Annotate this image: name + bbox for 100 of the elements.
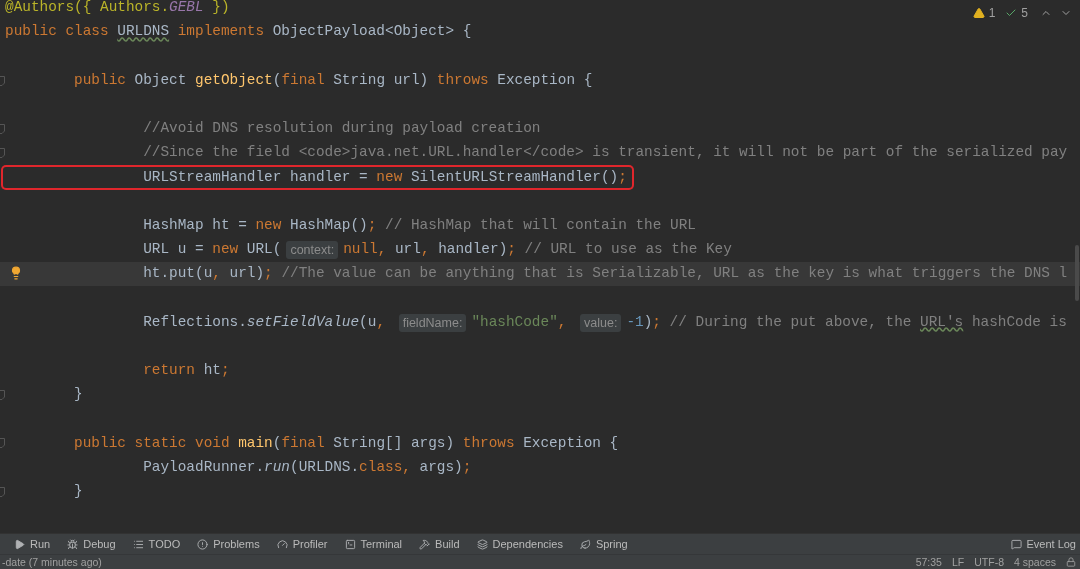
fold-icon[interactable] bbox=[0, 148, 5, 159]
method-name: getObject bbox=[195, 70, 273, 90]
code-text: ht bbox=[203, 361, 221, 381]
code-text: ) bbox=[643, 312, 653, 332]
tool-window-button[interactable]: Dependencies bbox=[476, 535, 563, 553]
parameter-hint: value: bbox=[580, 313, 622, 332]
run-icon bbox=[14, 538, 25, 550]
parameter-hint: context: bbox=[286, 240, 339, 259]
tool-window-button[interactable]: TODO bbox=[132, 535, 181, 553]
warning-icon[interactable] bbox=[972, 7, 985, 19]
tool-window-button[interactable]: Build bbox=[419, 535, 460, 553]
lock-icon[interactable] bbox=[1066, 557, 1076, 567]
code-text: String url) bbox=[333, 70, 430, 90]
tool-window-button[interactable]: Run bbox=[14, 535, 51, 553]
comment: //The value can be anything that is Serializable, URL as the key is what triggers the DNS l bbox=[281, 264, 1068, 284]
code-text: Reflections. bbox=[143, 312, 247, 332]
tool-window-button[interactable]: Debug bbox=[67, 535, 116, 553]
keyword: ; bbox=[507, 240, 517, 260]
todo-icon bbox=[132, 538, 144, 550]
number-literal: -1 bbox=[626, 312, 644, 332]
keyword: implements bbox=[177, 22, 266, 42]
code-text: } bbox=[74, 482, 83, 502]
line-separator[interactable]: LF bbox=[951, 556, 965, 568]
code-text: SilentURLStreamHandler() bbox=[410, 167, 619, 187]
comment-word: URL's bbox=[920, 312, 964, 332]
code-text: args) bbox=[419, 457, 463, 477]
code-text: ( bbox=[272, 70, 282, 90]
comment: // URL to use as the Key bbox=[524, 240, 732, 260]
passed-count[interactable]: 5 bbox=[1021, 4, 1028, 22]
keyword: public class bbox=[5, 22, 110, 42]
warning-count[interactable]: 1 bbox=[988, 4, 996, 22]
code-text: ht.put(u bbox=[143, 264, 213, 284]
keyword: new bbox=[212, 240, 240, 260]
keyword: public bbox=[74, 70, 127, 90]
code-text: PayloadRunner. bbox=[143, 457, 265, 477]
check-icon[interactable] bbox=[1005, 7, 1018, 19]
event-log-icon bbox=[1011, 538, 1023, 550]
file-encoding[interactable]: UTF-8 bbox=[974, 556, 1004, 568]
keyword: ; bbox=[652, 312, 662, 332]
code-text: url bbox=[395, 240, 421, 260]
keyword: ; bbox=[220, 361, 230, 381]
lightbulb-icon[interactable] bbox=[9, 266, 23, 281]
fold-icon[interactable] bbox=[0, 123, 5, 134]
code-text: Exception { bbox=[497, 70, 593, 90]
annotation: }) bbox=[212, 0, 230, 18]
code-text: Exception { bbox=[523, 433, 619, 453]
keyword: public static void bbox=[74, 433, 231, 453]
tool-window-button[interactable]: Profiler bbox=[276, 535, 328, 553]
fold-icon[interactable] bbox=[0, 75, 5, 86]
spring-icon bbox=[579, 538, 591, 550]
keyword: new bbox=[255, 215, 283, 235]
code-text: url) bbox=[229, 264, 265, 284]
comment: //Avoid DNS resolution during payload creation bbox=[143, 119, 541, 139]
tool-window-button[interactable]: Problems bbox=[197, 535, 260, 553]
method-name: main bbox=[238, 433, 273, 453]
problems-icon bbox=[197, 538, 209, 550]
build-icon bbox=[419, 538, 431, 550]
annotation: @Authors({ Authors. bbox=[5, 0, 170, 18]
keyword: throws bbox=[436, 70, 490, 90]
code-text: String[] args) bbox=[333, 433, 456, 453]
dependencies-icon bbox=[476, 538, 488, 550]
keyword: class, bbox=[359, 457, 412, 477]
keyword: new bbox=[376, 167, 404, 187]
tool-window-button[interactable]: Spring bbox=[579, 535, 628, 553]
code-text: HashMap ht = bbox=[143, 215, 248, 235]
fold-icon[interactable] bbox=[0, 390, 5, 400]
code-text: URL u = bbox=[143, 240, 205, 260]
keyword: , bbox=[377, 240, 388, 260]
keyword: , bbox=[376, 312, 386, 332]
comment: // During the put above, the bbox=[669, 312, 913, 332]
keyword: ; bbox=[264, 264, 274, 284]
comment: hashCode is bbox=[971, 312, 1067, 332]
terminal-icon bbox=[344, 538, 356, 550]
indent-setting[interactable]: 4 spaces bbox=[1013, 556, 1056, 568]
keyword: return bbox=[143, 361, 196, 381]
code-text: ( bbox=[272, 433, 282, 453]
keyword: , bbox=[212, 264, 222, 284]
keyword: final bbox=[281, 70, 326, 90]
method-call: run bbox=[264, 457, 290, 477]
code-text: HashMap() bbox=[290, 215, 368, 235]
keyword: ; bbox=[367, 215, 378, 235]
debug-icon bbox=[67, 538, 79, 550]
code-text: URLStreamHandler handler = bbox=[143, 167, 369, 187]
caret-position[interactable]: 57:35 bbox=[915, 556, 942, 568]
keyword: final bbox=[281, 433, 326, 453]
keyword: null bbox=[343, 240, 378, 260]
comment: //Since the field <code>java.net.URL.handler</code> is transient, it will not be part of the serialized pay bbox=[143, 143, 1068, 163]
profiler-icon bbox=[276, 538, 288, 550]
keyword: ; bbox=[618, 167, 627, 187]
status-message: -date (7 minutes ago) bbox=[2, 556, 102, 568]
keyword: , bbox=[557, 312, 568, 332]
fold-icon[interactable] bbox=[0, 438, 5, 449]
class-name: URLDNS bbox=[117, 22, 170, 42]
keyword: , bbox=[420, 240, 431, 260]
fold-icon[interactable] bbox=[0, 486, 5, 497]
event-log-button[interactable]: Event Log bbox=[1011, 535, 1076, 553]
code-text: Object bbox=[134, 70, 188, 90]
code-text: URL( bbox=[246, 240, 282, 260]
code-text: handler) bbox=[438, 240, 508, 260]
tool-window-button[interactable]: Terminal bbox=[344, 535, 403, 553]
